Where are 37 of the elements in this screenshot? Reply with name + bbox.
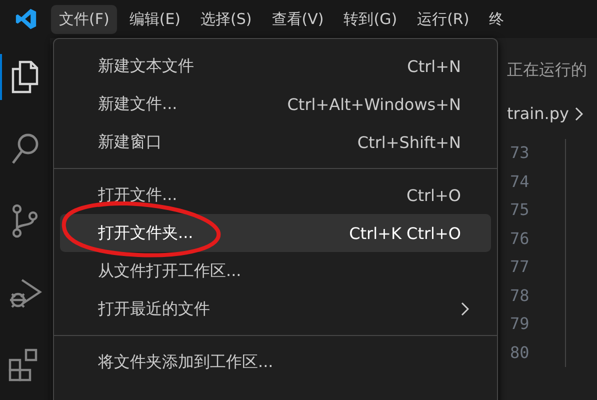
- shortcut-label: Ctrl+Alt+Windows+N: [287, 94, 461, 114]
- line-number: 79: [510, 313, 530, 335]
- menu-bar-item[interactable]: 终: [481, 4, 512, 34]
- line-number: 76: [510, 228, 530, 250]
- menu-item[interactable]: 从文件打开工作区...: [60, 252, 491, 290]
- shortcut-label: Ctrl+Shift+N: [357, 132, 461, 152]
- line-number: 77: [510, 256, 530, 278]
- menu-bar-item[interactable]: 运行(R): [409, 4, 478, 34]
- menu-item[interactable]: 新建文件... Ctrl+Alt+Windows+N: [60, 85, 491, 123]
- shortcut-label: Ctrl+K Ctrl+O: [349, 224, 461, 242]
- shortcut-label: Ctrl+N: [407, 56, 461, 76]
- app-logo-icon: [15, 8, 37, 30]
- menu-bar-item[interactable]: 查看(V): [264, 4, 332, 34]
- menu-item[interactable]: 打开最近的文件: [60, 290, 491, 328]
- line-number: 80: [510, 342, 530, 364]
- editor-tab[interactable]: 正在运行的: [507, 60, 597, 86]
- menu-item[interactable]: 新建文本文件 Ctrl+N: [60, 47, 491, 85]
- files-icon[interactable]: [10, 60, 40, 94]
- branch-icon[interactable]: [10, 204, 40, 238]
- shortcut-label: Ctrl+O: [406, 186, 461, 204]
- menu-bar-item[interactable]: 文件(F): [51, 4, 118, 34]
- run-debug-icon[interactable]: [8, 276, 42, 310]
- menu-item[interactable]: 将文件夹添加到工作区...: [60, 343, 491, 381]
- menu-item[interactable]: 新建窗口 Ctrl+Shift+N: [60, 123, 491, 161]
- breadcrumb[interactable]: train.py: [507, 104, 569, 123]
- chevron-right-icon: [574, 106, 583, 120]
- menu-item[interactable]: 打开文件夹... Ctrl+K Ctrl+O: [60, 214, 491, 252]
- line-number: 75: [510, 199, 530, 221]
- chevron-right-icon: [461, 302, 469, 316]
- line-number: 78: [510, 284, 530, 306]
- line-number: 73: [510, 142, 530, 164]
- menu-bar-item[interactable]: 转到(G): [336, 4, 406, 34]
- menu-item[interactable]: 打开文件... Ctrl+O: [60, 176, 491, 214]
- line-number: 74: [510, 170, 530, 192]
- search-icon[interactable]: [10, 132, 40, 166]
- menu-bar-item[interactable]: 编辑(E): [121, 4, 189, 34]
- menu-bar-item[interactable]: 选择(S): [192, 4, 260, 34]
